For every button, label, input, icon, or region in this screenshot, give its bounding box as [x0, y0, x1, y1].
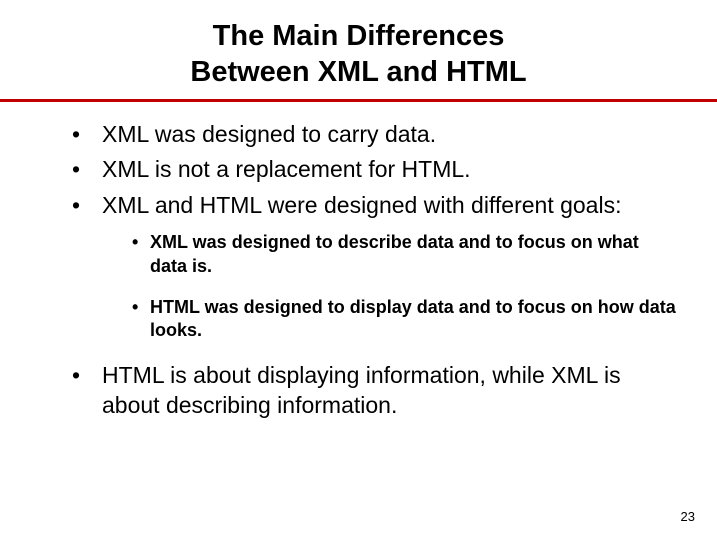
page-number: 23 — [681, 509, 695, 524]
bullet-4: HTML is about displaying information, wh… — [72, 361, 677, 421]
sub-bullet-2: HTML was designed to display data and to… — [132, 296, 677, 343]
title-line-2: Between XML and HTML — [190, 56, 526, 88]
main-bullet-list: XML was designed to carry data. XML is n… — [40, 120, 677, 421]
slide-title: The Main Differences Between XML and HTM… — [40, 18, 677, 99]
sub-bullet-list: XML was designed to describe data and to… — [102, 231, 677, 343]
bullet-3-text: XML and HTML were designed with differen… — [102, 192, 621, 218]
title-underline — [0, 99, 717, 102]
title-line-1: The Main Differences — [213, 20, 505, 52]
bullet-3: XML and HTML were designed with differen… — [72, 191, 677, 342]
slide: The Main Differences Between XML and HTM… — [0, 0, 717, 538]
bullet-1: XML was designed to carry data. — [72, 120, 677, 150]
sub-bullet-1: XML was designed to describe data and to… — [132, 231, 677, 278]
bullet-2: XML is not a replacement for HTML. — [72, 155, 677, 185]
